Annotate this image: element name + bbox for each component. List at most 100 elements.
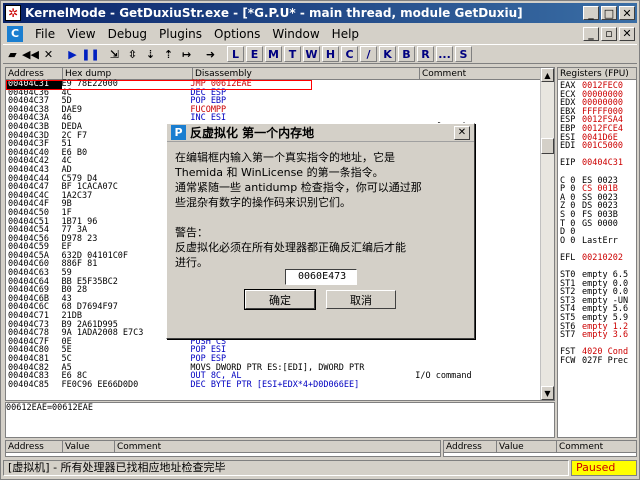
register-value: empty 3.6	[582, 330, 629, 341]
toolbar-letter-w[interactable]: W	[303, 46, 320, 62]
disassembly-row[interactable]: 00404C3A 46 INC ESI	[6, 114, 554, 123]
open-icon[interactable]: ▰	[4, 46, 21, 62]
devirtualize-dialog: P 反虚拟化 第一个内存地 ✕ 在编辑框内输入第一个真实指令的地址，它是 The…	[166, 123, 475, 339]
address-input[interactable]: 0060E473	[285, 269, 357, 285]
row-comment	[415, 97, 554, 106]
toolbar-letter-b[interactable]: B	[398, 46, 415, 62]
disassembly-row[interactable]: 00404C82 A5 MOVS DWORD PTR ES:[EDI], DWORD…	[6, 363, 554, 373]
dump-pane[interactable]: Address Value Comment	[5, 440, 441, 457]
row-comment	[415, 89, 554, 98]
disassembly-row[interactable]: 00404C85 FE0C96 EE66D0D0 DEC BYTE PTR [ESI…	[6, 381, 554, 390]
row-hex: FE0C96 EE66D0D0	[61, 379, 139, 390]
row-address: 00404C85	[8, 379, 49, 390]
row-hex: 0E	[61, 336, 72, 347]
close-process-icon[interactable]: ✕	[40, 46, 57, 62]
menu-debug[interactable]: Debug	[102, 27, 153, 41]
dump-header-value[interactable]: Value	[63, 441, 115, 453]
toolbar-letter-dots[interactable]: ...	[436, 46, 453, 62]
toolbar-letter-h[interactable]: H	[322, 46, 339, 62]
stack-header-address[interactable]: Address	[444, 441, 497, 453]
dialog-title-bar[interactable]: P 反虚拟化 第一个内存地 ✕	[167, 124, 474, 142]
row-comment	[415, 80, 554, 89]
menu-window[interactable]: Window	[266, 27, 325, 41]
menu-bar: C File View Debug Plugins Options Window…	[3, 24, 637, 43]
toolbar-letter-s[interactable]: S	[455, 46, 472, 62]
register-name: ST7	[560, 330, 576, 341]
child-close-button[interactable]: ✕	[619, 26, 635, 41]
register-row[interactable]: O 0 LastErr	[560, 236, 628, 246]
disassembly-row[interactable]: 00404C31 E9 78E22000 JMP 00612EAE	[6, 80, 554, 89]
disassembly-row[interactable]: 00404C7F 0E PUSH CS	[6, 338, 554, 347]
toolbar: ▰ ◀◀ ✕ ▶ ❚❚ ⇲ ⇳ ⇣ ⇡ ↦ ➜ L E M T W H C / …	[3, 44, 637, 64]
trace-over-icon[interactable]: ⇡	[160, 46, 177, 62]
child-minimize-button[interactable]: _	[583, 26, 599, 41]
cancel-button[interactable]: 取消	[326, 290, 396, 309]
execute-till-return-icon[interactable]: ↦	[178, 46, 195, 62]
row-disasm: DEC BYTE PTR [ESI+EDX*4+D0D066EE]	[190, 379, 360, 390]
row-hex: DAE9	[61, 104, 82, 115]
menu-options[interactable]: Options	[208, 27, 266, 41]
window-title: KernelMode - GetDuxiuStr.exe - [*G.P.U* …	[25, 6, 523, 20]
toolbar-letter-l[interactable]: L	[227, 46, 244, 62]
step-over-icon[interactable]: ⇳	[124, 46, 141, 62]
menu-plugins[interactable]: Plugins	[153, 27, 208, 41]
registers-title[interactable]: Registers (FPU)	[558, 68, 636, 80]
register-row[interactable]: FCW 027F Prec	[560, 357, 628, 366]
dump-header-address[interactable]: Address	[6, 441, 63, 453]
disassembly-row[interactable]: 00404C36 4C DEC ESP	[6, 87, 554, 98]
row-comment: I/O command	[415, 371, 472, 382]
toolbar-letter-m[interactable]: M	[265, 46, 282, 62]
disassembly-row[interactable]: 00404C38 DAE9 FUCOMPP	[6, 106, 554, 115]
trace-into-icon[interactable]: ⇣	[142, 46, 159, 62]
toolbar-letter-r[interactable]: R	[417, 46, 434, 62]
maximize-button[interactable]: □	[601, 6, 617, 20]
toolbar-letter-t[interactable]: T	[284, 46, 301, 62]
title-bar[interactable]: ✲ KernelMode - GetDuxiuStr.exe - [*G.P.U…	[3, 3, 637, 23]
close-button[interactable]: ✕	[619, 6, 635, 20]
cpu-window-icon: C	[7, 25, 23, 42]
toolbar-letter-c[interactable]: C	[341, 46, 358, 62]
scroll-thumb[interactable]	[541, 138, 554, 154]
register-row[interactable]: ST7 empty 3.6	[560, 331, 628, 340]
register-row[interactable]: EDI 001C5000	[560, 142, 628, 151]
child-restore-button[interactable]: ▫	[601, 26, 617, 41]
row-hex: 4C	[61, 87, 72, 98]
row-comment	[415, 381, 554, 390]
pause-icon[interactable]: ❚❚	[81, 46, 99, 62]
menu-help[interactable]: Help	[326, 27, 365, 41]
toolbar-letter-slash[interactable]: /	[360, 46, 377, 62]
ok-button[interactable]: 确定	[244, 289, 316, 310]
stack-header-value[interactable]: Value	[497, 441, 557, 453]
toolbar-letter-e[interactable]: E	[246, 46, 263, 62]
register-value: 027F Prec	[582, 356, 629, 366]
bug-icon: ✲	[5, 5, 21, 21]
menu-file[interactable]: File	[29, 27, 61, 41]
row-disasm: INC ESI	[190, 113, 227, 124]
status-paused-badge: Paused	[571, 460, 637, 476]
run-icon[interactable]: ▶	[64, 46, 81, 62]
scroll-down-arrow[interactable]: ▼	[541, 386, 554, 400]
disassembly-row[interactable]: 00404C80 5E POP ESI	[6, 346, 554, 355]
registers-pane[interactable]: Registers (FPU) EAX 0012FEC0 ECX 00000000 ED…	[557, 67, 637, 438]
info-pane: 00612EAE=00612EAE	[5, 402, 555, 438]
scroll-up-arrow[interactable]: ▲	[541, 68, 554, 82]
stack-header-comment[interactable]: Comment	[557, 441, 636, 453]
goto-icon[interactable]: ➜	[202, 46, 219, 62]
row-comment	[415, 338, 554, 347]
toolbar-letter-k[interactable]: K	[379, 46, 396, 62]
stack-pane[interactable]: Address Value Comment	[443, 440, 637, 457]
dialog-title: 反虚拟化 第一个内存地	[190, 126, 315, 140]
dialog-close-button[interactable]: ✕	[454, 125, 470, 140]
minimize-button[interactable]: _	[583, 6, 599, 20]
disassembly-scrollbar[interactable]: ▲ ▼	[540, 68, 554, 400]
row-hex: 5C	[61, 354, 72, 364]
disassembly-row[interactable]: 00404C37 5D POP EBP	[6, 97, 554, 106]
menu-view[interactable]: View	[61, 27, 101, 41]
dump-header-comment[interactable]: Comment	[115, 441, 440, 453]
register-row[interactable]: EIP 00404C31	[560, 159, 628, 168]
rewind-icon[interactable]: ◀◀	[22, 46, 39, 62]
row-comment	[415, 346, 554, 355]
register-row[interactable]: EFL 00210202	[560, 254, 628, 263]
header-comment[interactable]: Comment	[420, 68, 542, 80]
step-into-icon[interactable]: ⇲	[106, 46, 123, 62]
